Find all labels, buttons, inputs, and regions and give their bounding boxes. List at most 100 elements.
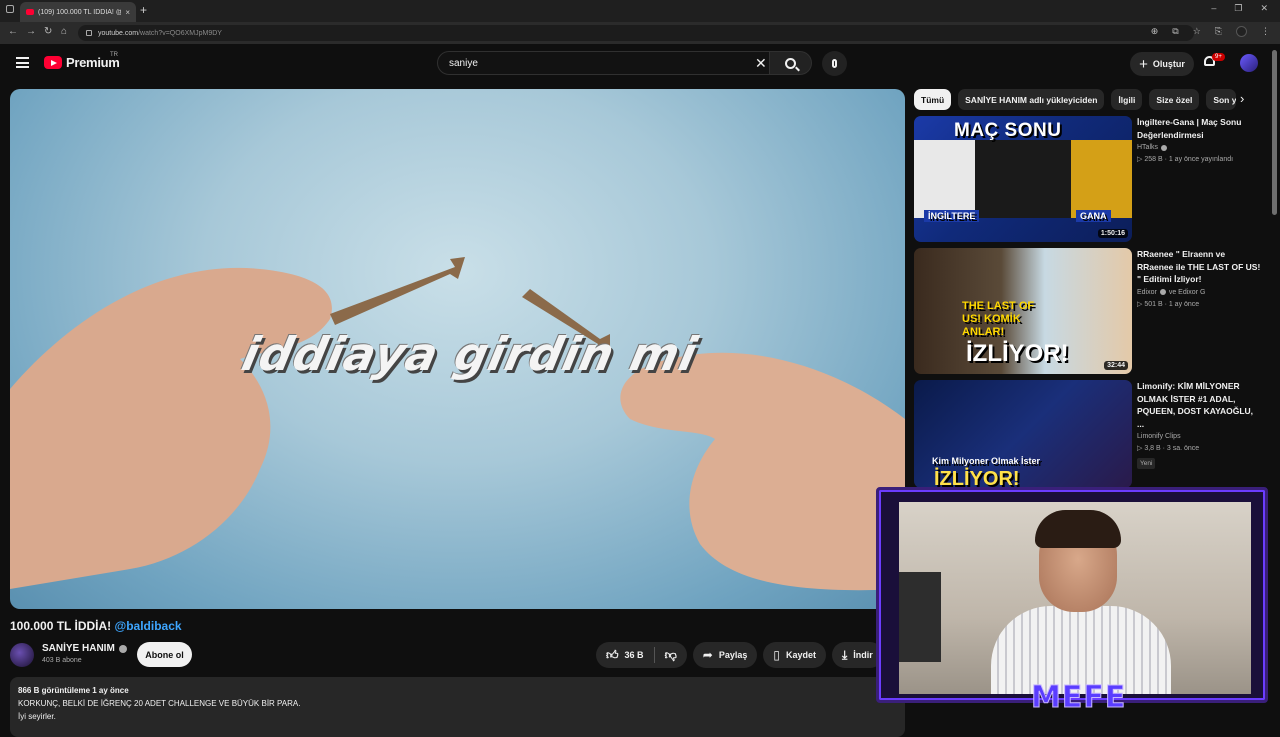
back-button[interactable]: ← — [8, 26, 18, 37]
account-avatar[interactable] — [1240, 54, 1258, 72]
new-tab-button[interactable]: + — [140, 3, 147, 17]
video-thumbnail[interactable]: MAÇ SONU İNGİLTERE GANA 1:50:16 — [914, 116, 1132, 242]
search-button[interactable] — [770, 51, 812, 75]
recommendation-title[interactable]: RRaenee " Elraenn ve RRaenee ile THE LAS… — [1137, 248, 1261, 286]
page-scrollbar[interactable] — [1272, 50, 1277, 215]
chip-from-uploader[interactable]: SANİYE HANIM adlı yükleyiciden — [958, 89, 1105, 110]
thumbs-down-icon: 👎︎ — [664, 648, 677, 662]
recommendation-channel[interactable]: Edixor ve Edixor G — [1137, 289, 1261, 296]
video-player[interactable]: iddiaya girdin mi — [10, 89, 905, 609]
address-bar-row: ← → ↻ ⌂ youtube.com/watch?v=QO6XMJpM9DY … — [0, 22, 1280, 44]
close-window-button[interactable]: ✕ — [1260, 3, 1268, 14]
recommendation-channel[interactable]: HTalks — [1137, 144, 1261, 151]
channel-name-text: HTalks — [1137, 144, 1159, 151]
thumbnail-label-right: GANA — [1076, 210, 1111, 222]
description-line: KORKUNÇ, BELKİ DE İĞRENÇ 20 ADET CHALLEN… — [18, 699, 301, 708]
url-field[interactable]: youtube.com/watch?v=QO6XMJpM9DY — [78, 25, 1194, 41]
tab-title: (109) 100.000 TL İDDİA! @bal... — [38, 8, 121, 16]
subscribe-button[interactable]: Abone ol — [137, 642, 192, 667]
menu-hamburger-icon[interactable] — [16, 57, 29, 68]
microphone-icon — [832, 59, 837, 68]
chevron-right-icon[interactable]: › — [1240, 91, 1244, 106]
chip-all[interactable]: Tümü — [914, 89, 952, 110]
home-button[interactable]: ⌂ — [61, 26, 67, 37]
create-button[interactable]: + Oluştur — [1130, 52, 1194, 76]
video-duration: 1:50:16 — [1097, 229, 1128, 238]
view-count-date: 866 B görüntüleme 1 ay önce — [18, 686, 129, 695]
restore-button[interactable]: ❐ — [1234, 3, 1242, 14]
url-path: /watch?v=QO6XMJpM9DY — [138, 29, 222, 37]
related-filter-chips: Tümü SANİYE HANIM adlı yükleyiciden İlgi… — [914, 89, 1237, 110]
chip-for-you[interactable]: Size özel — [1149, 89, 1200, 110]
site-info-icon[interactable] — [86, 30, 92, 36]
browser-tab-bar: (109) 100.000 TL İDDİA! @bal... × + – ❐ … — [0, 0, 1280, 22]
thumbnail-headline: İZLİYOR! — [966, 340, 1069, 367]
thumbnail-headline: İZLİYOR! — [934, 468, 1020, 488]
reload-button[interactable]: ↻ — [44, 26, 52, 37]
like-count: 36 B — [624, 650, 644, 660]
verified-check-icon — [1161, 144, 1168, 151]
recommendation-meta: ▷ 501 B · 1 ay önce — [1137, 300, 1200, 308]
youtube-header: Premium TR saniye ✕ + Oluştur 9+ — [0, 44, 1280, 84]
verified-check-icon — [118, 644, 127, 653]
chip-recent[interactable]: Son y... — [1206, 89, 1237, 110]
extensions-icon[interactable]: ⎘ — [1215, 26, 1222, 37]
recommendation-info: İngiltere-Gana | Maç Sonu Değerlendirmes… — [1137, 116, 1261, 163]
voice-search-button[interactable] — [822, 51, 847, 76]
window-controls: – ❐ ✕ — [1211, 3, 1268, 14]
like-dislike-group: 👍︎ 36 B 👎︎ — [596, 642, 687, 668]
video-title: 100.000 TL İDDİA! @baldiback — [10, 619, 182, 633]
recommendation-title[interactable]: Limonify: KİM MİLYONER OLMAK İSTER #1 AD… — [1137, 380, 1261, 430]
country-code: TR — [110, 52, 118, 58]
forward-button[interactable]: → — [26, 26, 36, 37]
streamer-name: MEFE — [1030, 680, 1127, 716]
channel-name-text: SANİYE HANIM — [42, 643, 115, 654]
search-input[interactable]: saniye — [437, 51, 770, 75]
recommendation-item[interactable]: MAÇ SONU İNGİLTERE GANA 1:50:16 İngilter… — [914, 116, 1264, 242]
thumbnail-subtitle: Kim Milyoner Olmak İster — [932, 456, 1041, 466]
toolbar-icons: ⊕ ⧉ ☆ ⎘ ⋮ — [1151, 26, 1270, 37]
channel-name-text: Edixor — [1137, 288, 1157, 296]
video-thumbnail[interactable]: THE LAST OF US! KOMİK ANLAR! İZLİYOR! 32… — [914, 248, 1132, 374]
video-actions: 👍︎ 36 B 👎︎ ➦ Paylaş ▯ Kaydet ⤓ İndir — [596, 642, 883, 668]
new-badge: Yeni — [1137, 458, 1156, 469]
chip-related[interactable]: İlgili — [1111, 89, 1143, 110]
plus-icon: + — [1139, 55, 1148, 73]
video-duration: 32:44 — [1104, 361, 1128, 370]
youtube-play-icon — [44, 56, 62, 69]
video-title-mention-link[interactable]: @baldiback — [115, 619, 182, 633]
bookmark-star-icon[interactable]: ☆ — [1193, 26, 1201, 37]
minimize-button[interactable]: – — [1211, 3, 1216, 14]
channel-avatar[interactable] — [10, 643, 34, 667]
recommendation-channel[interactable]: Limonify Clips — [1137, 433, 1261, 440]
like-button[interactable]: 👍︎ 36 B — [596, 642, 654, 668]
cast-icon[interactable]: ⧉ — [1172, 26, 1178, 37]
url-host: youtube.com — [98, 29, 139, 37]
thumbs-up-icon: 👍︎ — [606, 648, 619, 662]
notification-count-badge: 9+ — [1212, 53, 1225, 61]
share-label: Paylaş — [718, 650, 748, 660]
video-description[interactable]: 866 B görüntüleme 1 ay önce KORKUNÇ, BEL… — [10, 677, 905, 737]
recommendation-item[interactable]: THE LAST OF US! KOMİK ANLAR! İZLİYOR! 32… — [914, 248, 1264, 374]
browser-menu-icon[interactable]: ⋮ — [1261, 26, 1270, 37]
youtube-favicon-icon — [26, 9, 34, 15]
recommendation-meta: ▷ 258 B · 1 ay önce yayınlandı — [1137, 156, 1234, 163]
dislike-button[interactable]: 👎︎ — [655, 642, 687, 668]
subscriber-count: 403 B abone — [42, 657, 82, 664]
clear-search-icon[interactable]: ✕ — [755, 55, 767, 72]
recommendation-item[interactable]: Kim Milyoner Olmak İster İZLİYOR! Limoni… — [914, 380, 1264, 490]
tab-search-icon[interactable] — [6, 5, 14, 13]
tab-close-icon[interactable]: × — [125, 8, 130, 17]
video-thumbnail[interactable]: Kim Milyoner Olmak İster İZLİYOR! — [914, 380, 1132, 488]
browser-profile-icon[interactable] — [1236, 26, 1247, 37]
channel-name[interactable]: SANİYE HANIM — [42, 643, 127, 654]
zoom-icon[interactable]: ⊕ — [1151, 26, 1159, 37]
browser-tab[interactable]: (109) 100.000 TL İDDİA! @bal... × — [20, 2, 136, 22]
verified-check-icon — [1159, 289, 1166, 295]
create-label: Oluştur — [1152, 59, 1185, 69]
youtube-premium-logo[interactable]: Premium TR — [44, 52, 120, 70]
share-button[interactable]: ➦ Paylaş — [692, 642, 758, 668]
recommendation-title[interactable]: İngiltere-Gana | Maç Sonu Değerlendirmes… — [1137, 116, 1261, 141]
search-box: saniye ✕ — [437, 51, 812, 75]
save-button[interactable]: ▯ Kaydet — [763, 642, 826, 668]
